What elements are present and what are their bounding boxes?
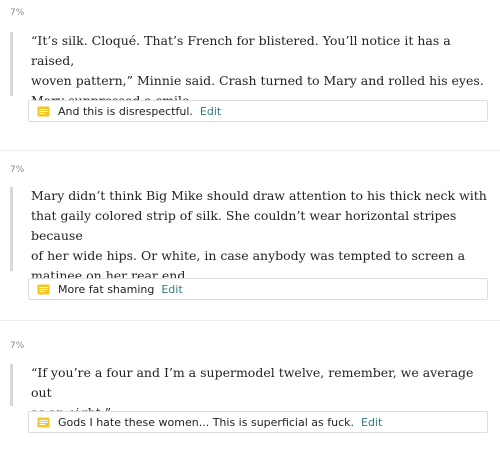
highlight-quote[interactable]: “It’s silk. Cloqué. That’s French for bl…: [10, 32, 488, 108]
location-percent: 7%: [10, 165, 25, 175]
edit-note-link[interactable]: Edit: [200, 105, 221, 118]
note-icon: [37, 106, 50, 117]
edit-note-link[interactable]: Edit: [161, 283, 182, 296]
quote-text: “It’s silk. Cloqué. That’s French for bl…: [31, 31, 491, 111]
entry-divider: [0, 320, 500, 321]
quote-line: of her wide hips. Or white, in case anyb…: [31, 248, 466, 263]
note-box: Gods I hate these women... This is super…: [28, 411, 488, 433]
quote-line: that gaily colored strip of silk. She co…: [31, 208, 457, 243]
location-percent: 7%: [10, 8, 25, 18]
quote-line: “It’s silk. Cloqué. That’s French for bl…: [31, 33, 451, 68]
note-text: Gods I hate these women... This is super…: [58, 415, 354, 429]
entry-divider: [0, 150, 500, 151]
edit-note-link[interactable]: Edit: [361, 416, 382, 429]
quote-line: Mary didn’t think Big Mike should draw a…: [31, 188, 487, 203]
highlight-quote[interactable]: Mary didn’t think Big Mike should draw a…: [10, 187, 488, 283]
quote-text: Mary didn’t think Big Mike should draw a…: [31, 186, 491, 286]
note-icon: [37, 417, 50, 428]
note-text: More fat shaming: [58, 282, 155, 296]
note-icon: [37, 284, 50, 295]
note-text: And this is disrespectful.: [58, 104, 193, 118]
location-percent: 7%: [10, 341, 25, 351]
note-box: And this is disrespectful. Edit: [28, 100, 488, 122]
quote-line: woven pattern,” Minnie said. Crash turne…: [31, 73, 484, 88]
highlight-quote[interactable]: “If you’re a four and I’m a supermodel t…: [10, 364, 488, 420]
quote-line: “If you’re a four and I’m a supermodel t…: [31, 365, 474, 400]
note-box: More fat shaming Edit: [28, 278, 488, 300]
